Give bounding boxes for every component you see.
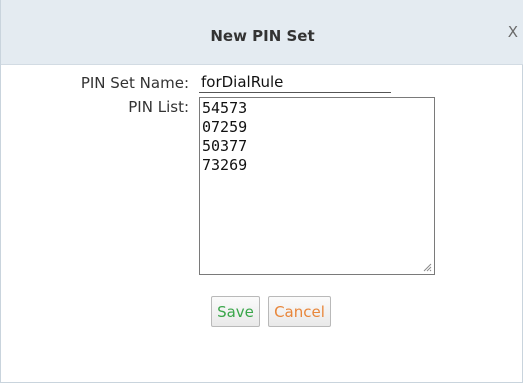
pin-list-textarea[interactable]: 54573 07259 50377 73269 [199, 97, 435, 275]
dialog-titlebar: New PIN Set X [1, 0, 523, 65]
cancel-button[interactable]: Cancel [268, 296, 331, 327]
pin-list-label: PIN List: [128, 98, 189, 116]
pin-list-entry: 07259 [202, 118, 248, 136]
save-button[interactable]: Save [211, 296, 260, 327]
close-icon[interactable]: X [508, 25, 518, 40]
pin-set-name-input[interactable] [199, 71, 391, 93]
pin-list-entry: 50377 [202, 137, 248, 155]
pin-list-entry: 54573 [202, 99, 248, 117]
pin-list-entry: 73269 [202, 156, 248, 174]
new-pin-set-dialog: New PIN Set X PIN Set Name: PIN List: 54… [0, 0, 523, 383]
dialog-title: New PIN Set [210, 27, 315, 45]
resize-grip-icon[interactable] [422, 262, 432, 272]
pin-set-name-label: PIN Set Name: [80, 74, 189, 92]
